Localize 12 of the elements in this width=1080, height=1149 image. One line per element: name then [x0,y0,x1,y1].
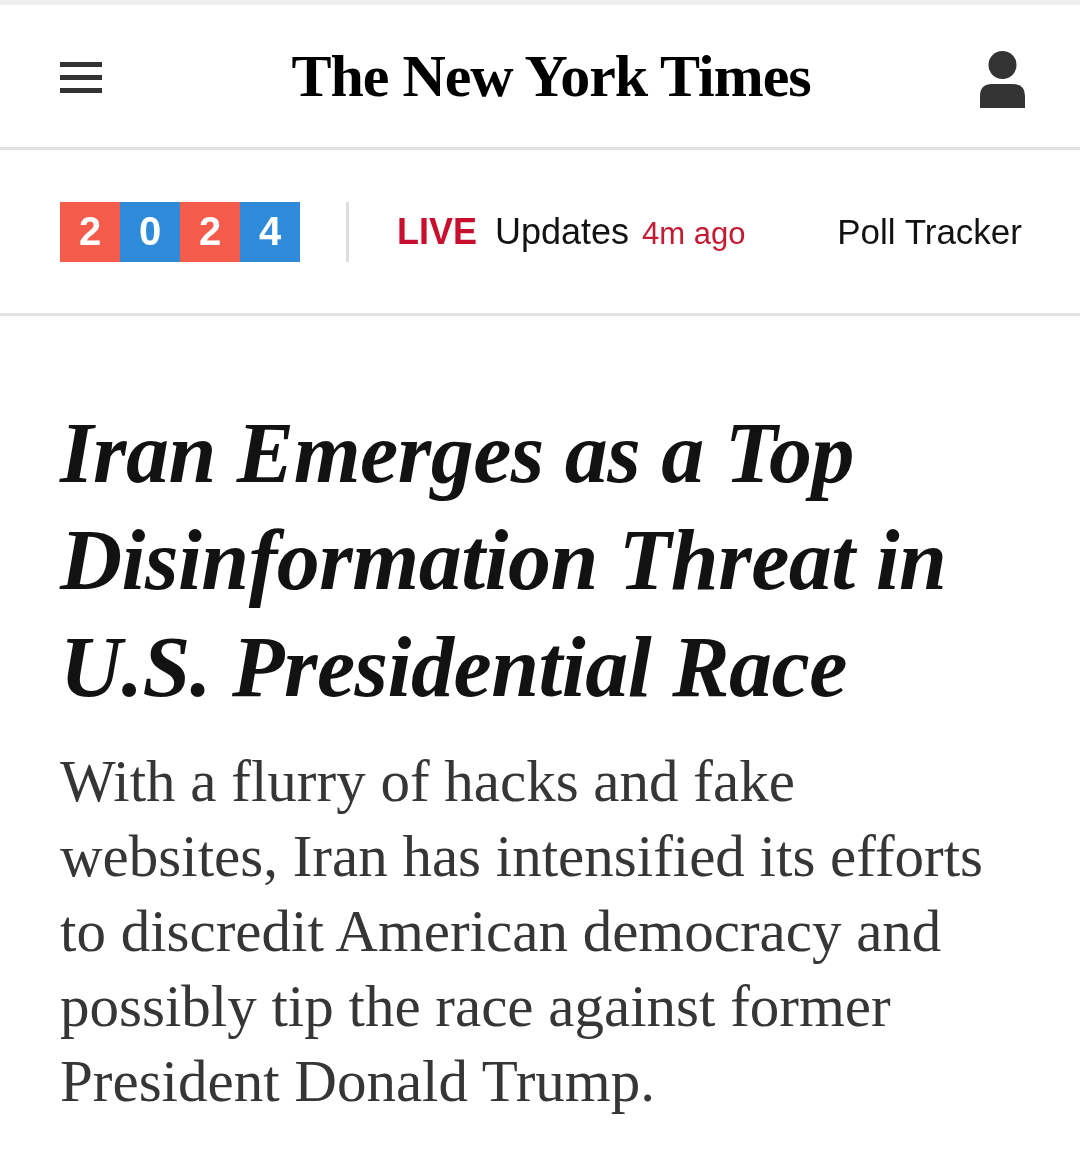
menu-button[interactable] [60,59,102,93]
poll-tracker-link[interactable]: Poll Tracker [837,211,1022,252]
account-icon [980,50,1025,108]
year-digit-tile[interactable]: 4 [240,201,300,262]
year-digit-tile[interactable]: 0 [120,201,180,262]
article-headline: Iran Emerges as a Top Disinformation Threat in U.S. Presidential Race [60,404,948,717]
year-digit-tile[interactable]: 2 [60,201,120,262]
menu-icon [60,61,102,93]
site-logo[interactable]: The New York Times [291,43,811,109]
article-summary: With a flurry of hacks and fake websites, Iran has intensified its efforts to discredit American democracy and possibly tip the race against former President Donald Trump. [60,747,985,1116]
year-digit-tile[interactable]: 2 [180,201,240,262]
live-updates-link[interactable]: LIVE Updates 4m ago [397,210,746,253]
